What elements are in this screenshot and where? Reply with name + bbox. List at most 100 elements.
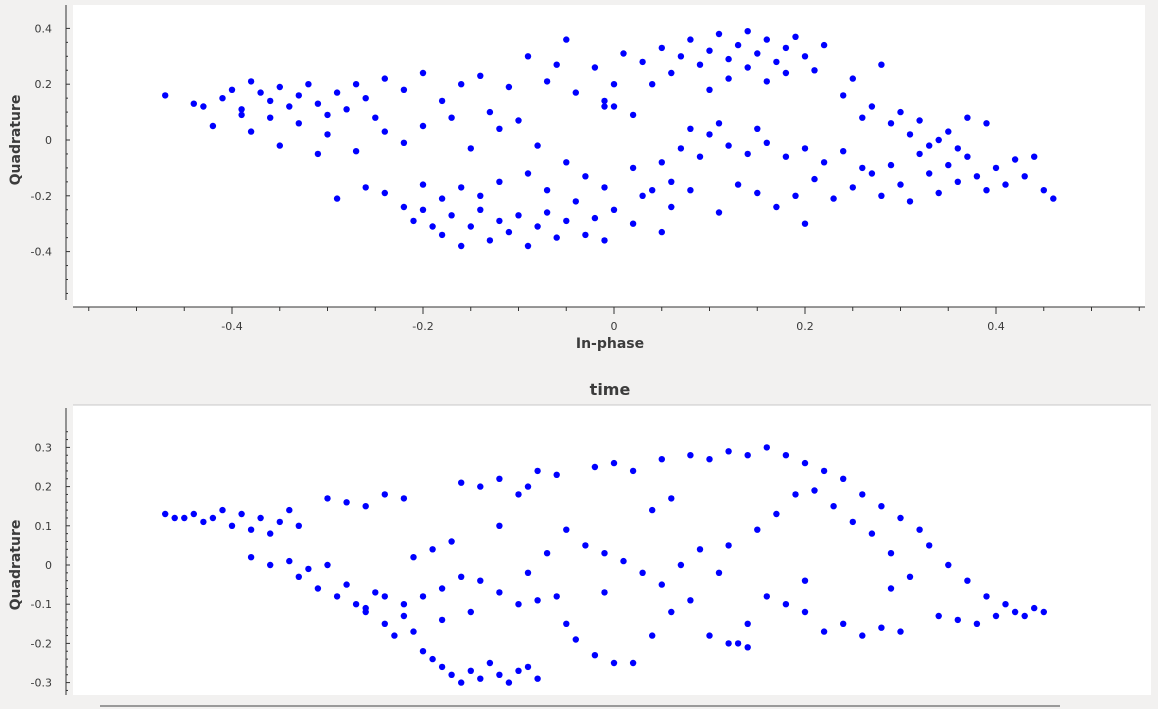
- data-point: [467, 145, 474, 152]
- data-point: [868, 103, 876, 110]
- data-point: [553, 593, 560, 600]
- data-point: [324, 561, 331, 569]
- data-point: [658, 228, 665, 236]
- data-point: [200, 518, 207, 526]
- data-point: [267, 114, 274, 121]
- data-point: [343, 106, 350, 113]
- x-tick-label: -0.4: [221, 320, 242, 333]
- data-point: [295, 522, 302, 529]
- data-point: [830, 195, 837, 202]
- data-point: [840, 148, 847, 155]
- data-point: [992, 612, 1000, 620]
- y-tick-label: -0.3: [31, 677, 52, 690]
- data-point: [696, 546, 704, 553]
- data-point: [887, 120, 895, 127]
- data-point: [448, 671, 455, 678]
- data-point: [276, 142, 283, 149]
- data-point: [391, 632, 398, 639]
- data-point: [744, 620, 751, 627]
- data-point: [563, 217, 570, 225]
- data-point: [687, 597, 694, 604]
- data-point: [983, 187, 990, 194]
- data-point: [477, 206, 484, 213]
- data-point: [496, 217, 503, 225]
- time-plot: time 0.3 0.2 0.1 0 -0.1 -0.2 -0.3 Quadrature: [8, 380, 1151, 695]
- data-point: [792, 192, 799, 199]
- data-point: [926, 142, 933, 149]
- data-point: [247, 128, 255, 135]
- data-point: [945, 161, 952, 169]
- data-point: [343, 499, 350, 506]
- data-point: [458, 479, 465, 486]
- data-point: [429, 655, 436, 663]
- data-point: [458, 184, 465, 191]
- y-tick-label: 0.4: [35, 22, 53, 35]
- data-point: [362, 95, 369, 102]
- data-point: [916, 526, 923, 533]
- data-point: [496, 589, 503, 596]
- data-point: [801, 459, 809, 467]
- data-point: [706, 86, 713, 94]
- data-point: [601, 103, 608, 110]
- data-point: [954, 616, 961, 624]
- plot-area: [73, 5, 1145, 307]
- data-point: [553, 234, 560, 241]
- data-point: [362, 604, 369, 612]
- data-point: [906, 573, 914, 580]
- data-point: [668, 69, 675, 77]
- data-point: [257, 89, 264, 96]
- data-point: [190, 100, 197, 107]
- data-point: [582, 231, 589, 239]
- data-point: [572, 89, 579, 96]
- data-point: [324, 131, 331, 138]
- data-point: [792, 33, 799, 40]
- data-point: [410, 554, 417, 561]
- data-point: [305, 81, 312, 88]
- data-point: [438, 97, 446, 105]
- data-point: [734, 41, 742, 49]
- data-point: [840, 92, 847, 99]
- data-point: [400, 495, 408, 502]
- data-point: [419, 69, 427, 77]
- data-point: [572, 636, 579, 643]
- data-point: [448, 114, 455, 121]
- data-point: [954, 178, 961, 185]
- data-point: [372, 589, 379, 596]
- data-point: [582, 542, 589, 549]
- data-point: [801, 608, 809, 616]
- data-point: [629, 659, 637, 667]
- data-point: [181, 514, 188, 522]
- data-point: [477, 72, 484, 80]
- data-point: [228, 86, 236, 94]
- data-point: [515, 212, 522, 219]
- data-point: [878, 624, 885, 631]
- y-tick-label: 0: [45, 559, 52, 572]
- data-point: [400, 139, 408, 146]
- data-point: [515, 117, 522, 124]
- y-axis-label: Quadrature: [8, 95, 24, 186]
- data-point: [744, 64, 751, 71]
- data-point: [878, 192, 885, 199]
- data-point: [515, 667, 522, 674]
- data-point: [543, 187, 551, 194]
- data-point: [515, 491, 522, 498]
- data-point: [247, 554, 255, 561]
- data-point: [486, 659, 494, 667]
- data-point: [601, 97, 608, 105]
- data-point: [200, 103, 207, 110]
- data-point: [486, 237, 494, 244]
- data-point: [725, 142, 732, 149]
- data-point: [314, 585, 322, 592]
- data-point: [238, 106, 245, 113]
- data-point: [629, 467, 637, 475]
- y-tick-label: -0.4: [31, 246, 52, 259]
- data-point: [859, 491, 866, 498]
- data-point: [725, 542, 732, 549]
- data-point: [162, 510, 169, 518]
- data-point: [582, 173, 589, 180]
- data-point: [887, 585, 895, 592]
- data-point: [639, 192, 646, 199]
- data-point: [792, 491, 799, 498]
- data-point: [878, 503, 885, 510]
- data-point: [228, 522, 236, 529]
